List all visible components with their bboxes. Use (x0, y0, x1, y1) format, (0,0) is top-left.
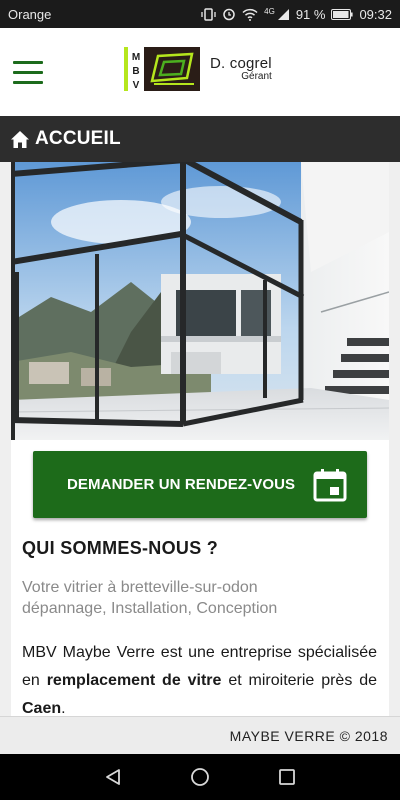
battery-percent: 91 % (295, 6, 326, 22)
about-text-end: . (61, 700, 66, 716)
svg-text:M: M (132, 52, 140, 63)
app-header: M B V D. cogrel Gérant (0, 28, 400, 116)
about-text-mid: et miroiterie près de (228, 672, 378, 689)
vibrate-icon (201, 7, 216, 21)
footer: MAYBE VERRE © 2018 (0, 716, 400, 754)
network-type-label: 4G (264, 6, 275, 16)
manager-name: D. cogrel (210, 55, 272, 72)
caen-link[interactable]: Caen (22, 700, 61, 716)
content-card: DEMANDER UN RENDEZ-VOUS QUI SOMMES-NOUS … (11, 162, 389, 716)
footer-copyright: MAYBE VERRE © 2018 (229, 727, 388, 744)
svg-text:B: B (132, 66, 139, 77)
manager-role: Gérant (241, 71, 272, 82)
svg-text:V: V (133, 80, 140, 91)
about-subtitle-line1: Votre vitrier à bretteville-sur-odon (22, 579, 258, 596)
glass-replacement-link[interactable]: remplacement de vitre (47, 672, 222, 689)
hero-image (11, 162, 389, 440)
home-circle-icon (191, 768, 209, 786)
recents-icon (278, 769, 295, 785)
calendar-icon (313, 468, 347, 501)
book-appointment-label: DEMANDER UN RENDEZ-VOUS (67, 476, 296, 493)
alarm-icon (223, 8, 235, 21)
recents-button[interactable] (267, 757, 307, 797)
about-subtitle: Votre vitrier à bretteville-sur-odon dép… (22, 577, 382, 619)
status-icons: 4G 91 % 09:32 (201, 7, 392, 22)
wifi-icon (242, 8, 258, 21)
brand[interactable]: M B V D. cogrel Gérant (124, 47, 272, 91)
page-title: ACCUEIL (35, 128, 121, 149)
book-appointment-button[interactable]: DEMANDER UN RENDEZ-VOUS (33, 451, 367, 518)
about-heading: QUI SOMMES-NOUS ? (22, 538, 219, 558)
carrier-label: Orange (8, 6, 52, 22)
main-content[interactable]: DEMANDER UN RENDEZ-VOUS QUI SOMMES-NOUS … (0, 162, 400, 716)
back-button[interactable] (93, 757, 133, 797)
system-nav-bar (0, 754, 400, 800)
clock: 09:32 (359, 6, 392, 22)
signal-icon (277, 8, 289, 20)
hamburger-icon (13, 61, 43, 64)
about-paragraph: MBV Maybe Verre est une entreprise spéci… (22, 639, 377, 716)
home-icon[interactable] (10, 130, 30, 149)
home-button[interactable] (180, 757, 220, 797)
page-title-bar: ACCUEIL (0, 116, 400, 162)
battery-icon (331, 8, 354, 20)
company-logo: M B V (124, 47, 200, 91)
menu-button[interactable] (13, 61, 45, 85)
back-icon (106, 769, 121, 785)
status-bar: Orange 4G 91 % 09:32 (0, 0, 400, 28)
about-subtitle-line2: dépannage, Installation, Conception (22, 600, 278, 617)
manager-info: D. cogrel Gérant (210, 56, 272, 82)
